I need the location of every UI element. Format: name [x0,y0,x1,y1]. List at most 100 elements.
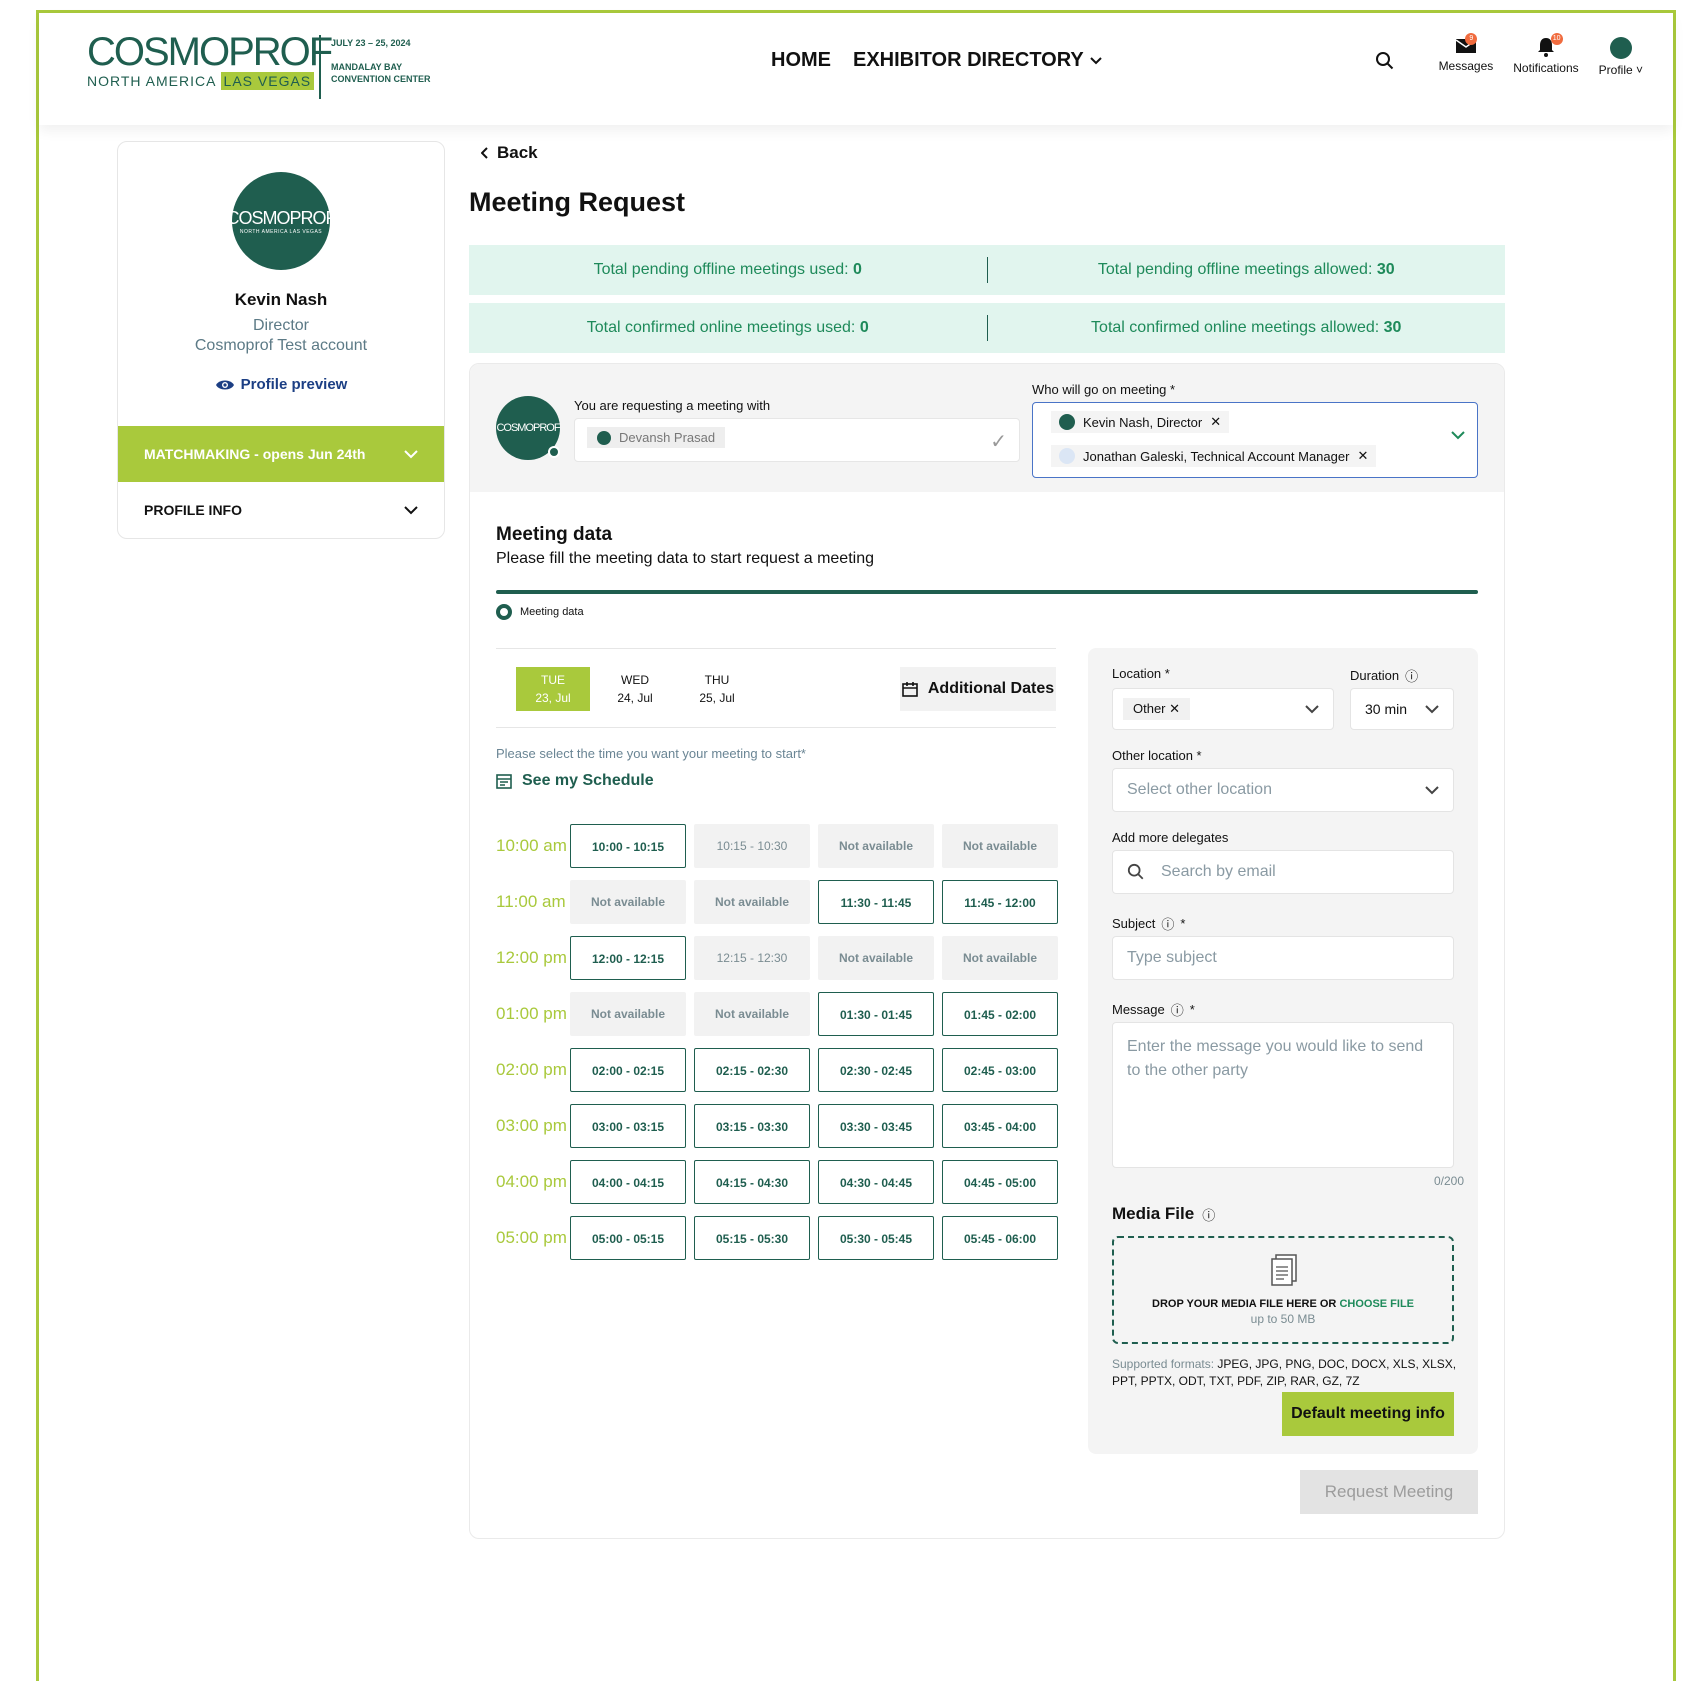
time-slot-button[interactable]: 02:30 - 02:45 [818,1048,934,1092]
time-slot-button[interactable]: 02:15 - 02:30 [694,1048,810,1092]
who-attends-select[interactable]: Kevin Nash, Director ✕ Jonathan Galeski,… [1032,402,1478,478]
time-slot-button[interactable]: 04:15 - 04:30 [694,1160,810,1204]
day-date: 24, Jul [617,691,653,705]
time-slot-button[interactable]: 02:45 - 03:00 [942,1048,1058,1092]
profile-card: COSMOPROF NORTH AMERICA LAS VEGAS Kevin … [117,141,445,539]
profile-menu[interactable]: Profile ˅ [1599,37,1643,77]
avatar-text: COSMOPROF [226,207,337,228]
time-slot-button[interactable]: 04:45 - 05:00 [942,1160,1058,1204]
subject-input[interactable]: Type subject [1112,936,1454,980]
request-meeting-button[interactable]: Request Meeting [1300,1470,1478,1514]
choose-file-link[interactable]: CHOOSE FILE [1339,1298,1414,1310]
time-slot-button[interactable]: 12:00 - 12:15 [570,936,686,980]
time-slot-button[interactable]: 05:15 - 05:30 [694,1216,810,1260]
info-icon[interactable]: ⓘ [1171,1000,1184,1019]
time-slot-button[interactable]: 04:30 - 04:45 [818,1160,934,1204]
time-slot-button[interactable]: 01:30 - 01:45 [818,992,934,1036]
requested-contact-chip: Devansh Prasad [587,427,726,448]
time-slot-button[interactable]: 03:00 - 03:15 [570,1104,686,1148]
who-attends-label: Who will go on meeting * [1032,382,1176,397]
time-slot-row: 10:00 am 10:00 - 10:15 10:15 - 10:30 Not av… [496,824,1058,880]
matchmaking-label: MATCHMAKING - opens Jun 24th [144,446,366,462]
time-slot-button[interactable]: 05:30 - 05:45 [818,1216,934,1260]
delegates-label: Add more delegates [1112,830,1228,845]
duration-select[interactable]: 30 min [1350,688,1454,730]
subject-label: Subject ⓘ * [1112,914,1185,933]
additional-dates-button[interactable]: Additional Dates [900,667,1056,711]
time-slot-button[interactable]: 11:45 - 12:00 [942,880,1058,924]
info-icon[interactable]: ⓘ [1161,914,1174,933]
info-icon[interactable]: ⓘ [1405,666,1418,685]
profile-avatar-icon [1609,37,1632,59]
nav-exhibitor-directory[interactable]: EXHIBITOR DIRECTORY [853,49,1102,72]
back-label: Back [497,143,538,162]
time-slot-unavailable: Not available [694,880,810,924]
time-slot-button[interactable]: 05:00 - 05:15 [570,1216,686,1260]
delegates-placeholder: Search by email [1161,863,1276,880]
cosmoprof-logo[interactable]: COSMOPROF NORTH AMERICA LAS VEGAS JULY 2… [87,32,431,105]
day-tab-tue[interactable]: TUE 23, Jul [516,667,590,711]
schedule-panel: TUE 23, Jul WED 24, Jul THU 25, Jul Addi… [496,648,1058,1260]
time-slot-row: 03:00 pm 03:00 - 03:15 03:15 - 03:30 03:30 … [496,1104,1058,1160]
time-slot-grid: 10:00 am 10:00 - 10:15 10:15 - 10:30 Not av… [496,824,1058,1272]
main-nav: HOME EXHIBITOR DIRECTORY [771,49,1102,72]
user-role: Director [252,317,309,334]
time-slot-button[interactable]: 10:00 - 10:15 [570,824,686,868]
chevron-down-icon [1425,704,1439,713]
profile-preview-label: Profile preview [240,376,348,393]
time-slot-button[interactable]: 01:45 - 02:00 [942,992,1058,1036]
time-slot-button[interactable]: 11:30 - 11:45 [818,880,934,924]
progress-bar [496,590,1478,594]
profile-preview-link[interactable]: Profile preview [118,376,444,393]
time-slot-unavailable: Not available [818,936,934,980]
location-label: Location * [1112,666,1170,681]
subject-placeholder: Type subject [1127,949,1217,966]
see-my-schedule-label: See my Schedule [522,772,654,789]
attendee-chip: Kevin Nash, Director ✕ [1051,411,1230,433]
attendee-name: Kevin Nash, Director [1083,414,1203,430]
time-slot-button[interactable]: 03:15 - 03:30 [694,1104,810,1148]
time-slot-button[interactable]: 02:00 - 02:15 [570,1048,686,1092]
profile-label: Profile [1598,63,1633,77]
pending-allowed-label: Total pending offline meetings allowed: [1097,261,1373,278]
media-dropzone[interactable]: DROP YOUR MEDIA FILE HERE OR CHOOSE FILE… [1112,1236,1454,1344]
page-frame: COSMOPROF NORTH AMERICA LAS VEGAS JULY 2… [36,10,1676,1681]
location-select[interactable]: Other ✕ [1112,688,1334,730]
time-slot-button[interactable]: 05:45 - 06:00 [942,1216,1058,1260]
chevron-down-icon [404,505,418,514]
time-slot-button[interactable]: 03:45 - 04:00 [942,1104,1058,1148]
request-header: COSMOPROF You are requesting a meeting w… [470,364,1504,492]
time-slot-button[interactable]: 03:30 - 03:45 [818,1104,934,1148]
meeting-request-card: COSMOPROF You are requesting a meeting w… [469,363,1505,1539]
time-slot-unavailable: Not available [570,992,686,1036]
avatar-subtext: NORTH AMERICA LAS VEGAS [239,228,323,235]
duration-label: Duration ⓘ [1350,666,1418,685]
supported-formats: Supported formats: JPEG, JPG, PNG, DOC, … [1112,1356,1462,1390]
default-meeting-info-button[interactable]: Default meeting info [1282,1392,1454,1436]
nav-home[interactable]: HOME [771,49,831,72]
confirmed-allowed-label: Total confirmed online meetings allowed: [1091,319,1380,336]
location-value: Other [1133,701,1166,716]
matchmaking-section-toggle[interactable]: MATCHMAKING - opens Jun 24th [118,426,444,482]
back-link[interactable]: Back [481,143,538,163]
message-textarea[interactable]: Enter the message you would like to send… [1112,1022,1454,1168]
chevron-down-icon[interactable] [1451,431,1465,440]
search-icon[interactable] [1375,51,1395,71]
profile-info-section-toggle[interactable]: PROFILE INFO [118,482,444,538]
see-my-schedule-link[interactable]: See my Schedule [496,772,654,790]
other-location-select[interactable]: Select other location [1112,768,1454,812]
messages-button[interactable]: 9 Messages [1439,33,1493,73]
delegates-search-input[interactable]: Search by email [1112,850,1454,894]
info-icon[interactable]: ⓘ [1202,1205,1215,1224]
remove-attendee-icon[interactable]: ✕ [1210,414,1221,430]
day-tab-wed[interactable]: WED 24, Jul [598,667,672,711]
page-title: Meeting Request [469,187,686,217]
remove-attendee-icon[interactable]: ✕ [1357,448,1368,464]
notifications-button[interactable]: 10 Notifications [1513,33,1579,75]
time-slot-button[interactable]: 04:00 - 04:15 [570,1160,686,1204]
search-icon [1127,863,1144,880]
other-location-placeholder: Select other location [1127,781,1272,798]
day-tab-thu[interactable]: THU 25, Jul [680,667,754,711]
chevron-down-icon [404,449,418,458]
logo-date-block: JULY 23 – 25, 2024 MANDALAY BAY CONVENTI… [331,37,431,85]
